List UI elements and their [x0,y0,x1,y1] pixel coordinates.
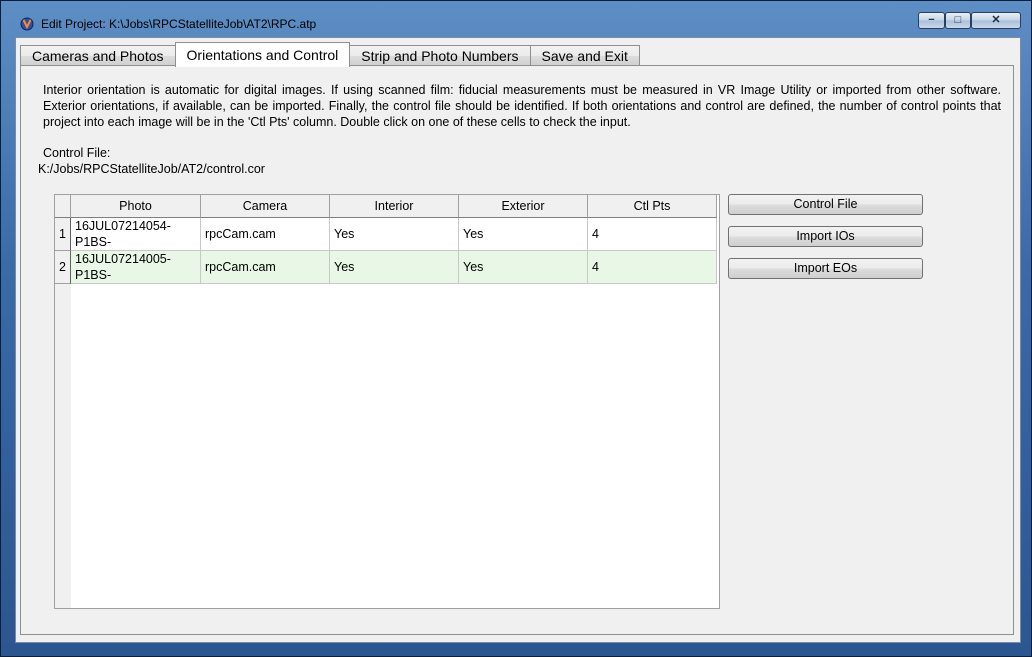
cell-interior[interactable]: Yes [330,218,459,251]
cell-exterior[interactable]: Yes [459,251,588,284]
column-header-photo[interactable]: Photo [71,195,201,218]
title-bar[interactable]: Edit Project: K:\Jobs\RPCStatelliteJob\A… [1,1,1031,37]
close-button[interactable]: ✕ [971,12,1021,29]
row-header[interactable]: 1 [55,218,71,251]
grid-corner[interactable] [55,195,71,218]
cell-photo[interactable]: 16JUL07214054-P1BS-05550353102… [71,218,201,251]
control-file-button[interactable]: Control File [728,194,923,215]
client-area: Cameras and Photos Orientations and Cont… [15,37,1021,643]
cell-ctl-pts[interactable]: 4 [588,218,717,251]
edit-project-window: Edit Project: K:\Jobs\RPCStatelliteJob\A… [0,0,1032,657]
tab-cameras-and-photos[interactable]: Cameras and Photos [20,45,176,66]
column-header-interior[interactable]: Interior [330,195,459,218]
column-header-exterior[interactable]: Exterior [459,195,588,218]
cell-interior[interactable]: Yes [330,251,459,284]
row-header[interactable]: 2 [55,251,71,284]
minimize-button[interactable]: − [918,12,945,29]
tab-strip-and-photo-numbers[interactable]: Strip and Photo Numbers [349,45,531,66]
control-file-path: K:/Jobs/RPCStatelliteJob/AT2/control.cor [38,162,265,176]
tab-strip: Cameras and Photos Orientations and Cont… [20,42,640,67]
window-title: Edit Project: K:\Jobs\RPCStatelliteJob\A… [41,17,317,31]
import-ios-button[interactable]: Import IOs [728,226,923,247]
column-header-camera[interactable]: Camera [201,195,330,218]
import-eos-button[interactable]: Import EOs [728,258,923,279]
column-header-ctl-pts[interactable]: Ctl Pts [588,195,717,218]
instructions-text: Interior orientation is automatic for di… [43,83,1001,129]
orientations-grid[interactable]: Photo Camera Interior Exterior Ctl Pts 1… [54,194,720,609]
orientations-panel: Interior orientation is automatic for di… [20,65,1014,635]
maximize-button[interactable]: □ [945,12,971,29]
control-file-label: Control File: [43,146,111,160]
cell-photo[interactable]: 16JUL07214005-P1BS-05550353102… [71,251,201,284]
cell-camera[interactable]: rpcCam.cam [201,251,330,284]
tab-orientations-and-control[interactable]: Orientations and Control [174,42,351,67]
app-icon [20,17,34,31]
cell-exterior[interactable]: Yes [459,218,588,251]
cell-camera[interactable]: rpcCam.cam [201,218,330,251]
tab-save-and-exit[interactable]: Save and Exit [529,45,640,66]
cell-ctl-pts[interactable]: 4 [588,251,717,284]
